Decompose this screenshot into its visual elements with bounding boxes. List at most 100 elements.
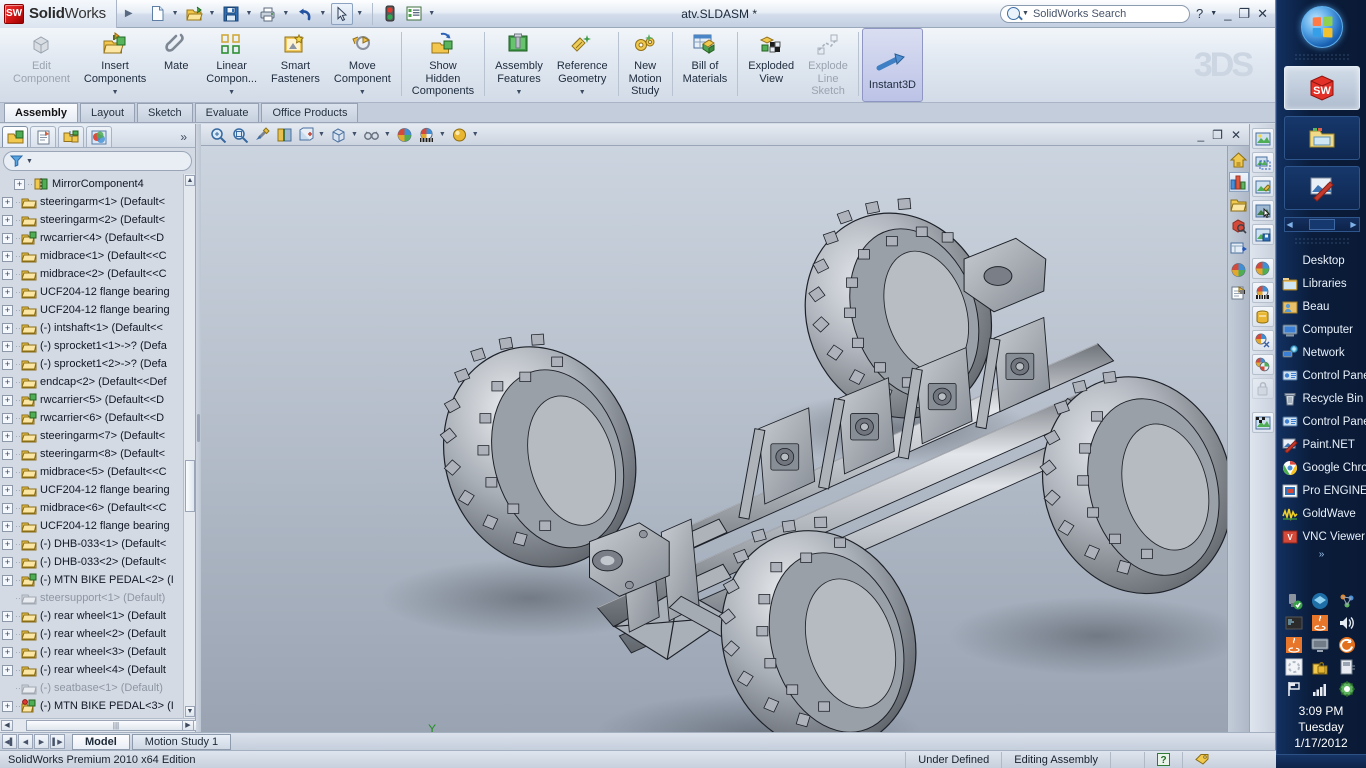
status-tag-cell[interactable] — [1182, 751, 1222, 768]
tab-assembly[interactable]: Assembly — [4, 103, 78, 122]
new-document-icon[interactable] — [147, 3, 169, 25]
appearance-copy-icon[interactable] — [1251, 354, 1274, 375]
taskbar-clock[interactable]: 3:09 PM Tuesday 1/17/2012 — [1276, 699, 1366, 751]
custom-properties-icon[interactable] — [1229, 282, 1249, 302]
feature-tree-row[interactable]: + ·· UCF204-12 flange bearing — [0, 517, 195, 535]
feature-tree-row[interactable]: + ·· (-) MTN BIKE PEDAL<2> (I — [0, 571, 195, 589]
tab-sketch[interactable]: Sketch — [137, 103, 193, 122]
status-help-cell[interactable]: ? — [1144, 751, 1182, 768]
linear-pattern-dropdown[interactable]: ▼ — [228, 87, 235, 102]
feature-tree-row[interactable]: + ·· (-) DHB-033<2> (Default< — [0, 553, 195, 571]
ribbon-edit-component[interactable]: Edit Component — [6, 28, 77, 102]
hide-show-caret[interactable]: ▼ — [383, 131, 394, 138]
hscroll-right-arrow[interactable]: ▶ — [182, 720, 194, 731]
undo-caret[interactable]: ▼ — [318, 10, 329, 17]
expand-toggle-icon[interactable]: + — [2, 520, 13, 532]
expand-toggle-icon[interactable]: + — [14, 178, 25, 190]
feature-tree-vscrollbar[interactable]: ▲ ▼ — [183, 174, 195, 718]
network-share-icon[interactable] — [1338, 592, 1357, 611]
tab-layout[interactable]: Layout — [79, 103, 136, 122]
start-orb-icon[interactable] — [1300, 6, 1343, 48]
taskbar-shortcut[interactable]: Control Pane — [1282, 364, 1366, 387]
feature-tree-row[interactable]: + ·· rwcarrier<6> (Default<<D — [0, 409, 195, 427]
save-caret[interactable]: ▼ — [244, 10, 255, 17]
edit-appearance-icon[interactable] — [394, 125, 416, 145]
picture-cursor-icon[interactable] — [1251, 200, 1274, 221]
expand-toggle-icon[interactable]: + — [2, 484, 13, 496]
expand-toggle-icon[interactable]: + — [2, 502, 13, 514]
filter-caret-icon[interactable]: ▼ — [26, 158, 33, 165]
show-desktop-button[interactable] — [1276, 754, 1366, 768]
taskbar-shortcut[interactable]: Libraries — [1282, 272, 1366, 295]
search-input[interactable]: ▼ SolidWorks Search — [1000, 4, 1191, 23]
pager-left-arrow[interactable]: ◀ — [1287, 220, 1293, 229]
pager-right-arrow[interactable]: ▶ — [1350, 220, 1356, 229]
display-icon[interactable] — [1311, 636, 1330, 655]
image-checker-icon[interactable] — [1251, 412, 1274, 433]
nav-prev-button[interactable]: ◀ — [18, 734, 33, 749]
insert-components-dropdown[interactable]: ▼ — [112, 87, 119, 102]
expand-toggle-icon[interactable]: + — [2, 646, 13, 658]
java-icon-2[interactable] — [1285, 636, 1304, 655]
open-document-caret[interactable]: ▼ — [208, 10, 219, 17]
ribbon-show-hidden-components[interactable]: Show Hidden Components — [405, 28, 481, 102]
feature-tree-row[interactable]: + ·· (-) rear wheel<4> (Default — [0, 661, 195, 679]
expand-toggle-icon[interactable]: + — [2, 268, 13, 280]
rebuild-icon[interactable] — [379, 3, 401, 25]
hscroll-left-arrow[interactable]: ◀ — [1, 720, 13, 731]
expand-toggle-icon[interactable]: + — [2, 430, 13, 442]
feature-tree-row[interactable]: + ·· midbrace<2> (Default<<C — [0, 265, 195, 283]
feature-tree-row[interactable]: + ·· UCF204-12 flange bearing — [0, 283, 195, 301]
hide-show-items-icon[interactable] — [361, 125, 383, 145]
picture-select-icon[interactable] — [1251, 152, 1274, 173]
zoom-to-fit-icon[interactable] — [207, 125, 229, 145]
design-library-icon[interactable] — [1229, 194, 1249, 214]
feature-tree[interactable]: + ·· MirrorComponent4 + ·· steeringarm<1> (De… — [0, 174, 195, 718]
taskbar-shortcut[interactable]: Google Chro — [1282, 456, 1366, 479]
ribbon-exploded-view[interactable]: Exploded View — [741, 28, 801, 102]
reference-geometry-dropdown[interactable]: ▼ — [579, 87, 586, 102]
expand-toggle-icon[interactable]: + — [2, 232, 13, 244]
taskbar-shortcut[interactable]: Beau — [1282, 295, 1366, 318]
expand-toggle-icon[interactable]: + — [2, 286, 13, 298]
vscroll-thumb[interactable] — [185, 460, 195, 512]
feature-manager-tab[interactable] — [2, 126, 28, 147]
display-style-caret[interactable]: ▼ — [350, 131, 361, 138]
taskbar-shortcut[interactable]: Desktop — [1282, 249, 1366, 272]
taskbar-chevron[interactable]: » — [1277, 549, 1366, 560]
picture-edit-icon[interactable] — [1251, 176, 1274, 197]
feature-tree-row[interactable]: + ·· (-) rear wheel<1> (Default — [0, 607, 195, 625]
apply-scene-icon[interactable] — [416, 125, 438, 145]
menu-expand-arrow[interactable]: ▶ — [117, 8, 141, 19]
select-cursor-icon[interactable] — [331, 2, 354, 25]
feature-tree-row[interactable]: ·· steersupport<1> (Default) — [0, 589, 195, 607]
taskitem-explorer[interactable] — [1283, 116, 1360, 160]
expand-toggle-icon[interactable]: + — [2, 448, 13, 460]
view-settings-caret[interactable]: ▼ — [471, 131, 482, 138]
file-explorer-icon[interactable] — [1229, 216, 1249, 236]
expand-toggle-icon[interactable]: + — [2, 466, 13, 478]
taskbar-shortcut[interactable]: V VNC Viewer — [1282, 525, 1366, 548]
previous-view-icon[interactable] — [251, 125, 273, 145]
options-caret[interactable]: ▼ — [427, 10, 438, 17]
nav-next-button[interactable]: ▶ — [34, 734, 49, 749]
ribbon-instant3d[interactable]: Instant3D — [861, 28, 924, 102]
solidworks-resources-icon[interactable] — [1228, 172, 1249, 192]
configuration-manager-tab[interactable] — [58, 126, 84, 147]
move-component-dropdown[interactable]: ▼ — [359, 87, 366, 102]
expand-toggle-icon[interactable]: + — [2, 358, 13, 370]
feature-tree-row[interactable]: + ·· (-) intshaft<1> (Default<< — [0, 319, 195, 337]
expand-toggle-icon[interactable]: + — [2, 340, 13, 352]
feature-tree-row[interactable]: + ·· steeringarm<2> (Default< — [0, 211, 195, 229]
display-manager-tab[interactable] — [86, 126, 112, 147]
network-signal-icon[interactable] — [1311, 680, 1330, 699]
volume-icon[interactable] — [1338, 614, 1357, 633]
taskbar-shortcut[interactable]: GoldWave — [1281, 502, 1366, 525]
taskbar-grip[interactable] — [1293, 53, 1350, 61]
tab-office-products[interactable]: Office Products — [261, 103, 359, 122]
home-icon[interactable] — [1229, 150, 1249, 170]
new-document-caret[interactable]: ▼ — [171, 10, 182, 17]
vscroll-down-arrow[interactable]: ▼ — [185, 706, 195, 717]
pager-box[interactable] — [1308, 219, 1335, 230]
feature-tree-row[interactable]: + ·· (-) MTN BIKE PEDAL<3> (I — [0, 697, 195, 715]
